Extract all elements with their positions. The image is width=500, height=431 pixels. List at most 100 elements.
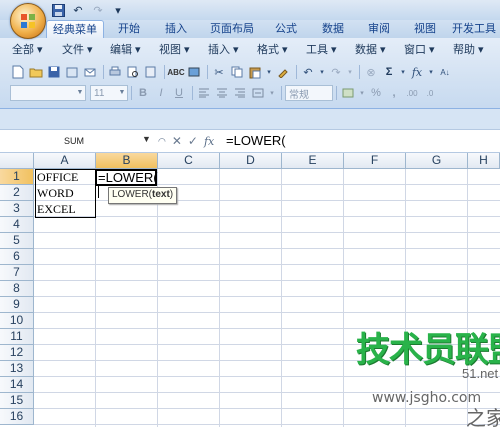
copy-icon[interactable] xyxy=(229,64,245,80)
font-name-combo[interactable]: ▼ xyxy=(10,85,86,101)
tab-developer[interactable]: 开发工具 xyxy=(448,20,500,38)
tab-insert[interactable]: 插入 xyxy=(155,20,197,38)
row-header-14[interactable]: 14 xyxy=(0,377,34,393)
tab-page-layout[interactable]: 页面布局 xyxy=(203,20,261,38)
enter-icon[interactable]: ✓ xyxy=(188,134,198,148)
format-painter-icon[interactable] xyxy=(275,64,291,80)
menu-help[interactable]: 帮助 ▾ xyxy=(453,43,484,57)
menu-format[interactable]: 格式 ▾ xyxy=(257,43,288,57)
number-format-combo[interactable]: 常规 xyxy=(285,85,333,101)
align-left-icon[interactable] xyxy=(196,85,212,101)
open-folder-icon[interactable] xyxy=(28,64,44,80)
tab-review[interactable]: 审阅 xyxy=(358,20,400,38)
column-header-g[interactable]: G xyxy=(406,153,468,169)
row-header-8[interactable]: 8 xyxy=(0,281,34,297)
redo-dropdown-icon[interactable]: ▾ xyxy=(346,64,354,80)
menu-insert[interactable]: 插入 ▾ xyxy=(208,43,239,57)
row-header-7[interactable]: 7 xyxy=(0,265,34,281)
name-box[interactable]: SUM ▼ xyxy=(0,133,152,149)
merge-dropdown-icon[interactable]: ▾ xyxy=(268,85,276,101)
column-header-a[interactable]: A xyxy=(34,153,96,169)
currency-icon[interactable] xyxy=(340,85,356,101)
insert-function-button[interactable]: fx xyxy=(204,135,214,148)
menu-tools[interactable]: 工具 ▾ xyxy=(306,43,337,57)
row-header-9[interactable]: 9 xyxy=(0,297,34,313)
cell-a2[interactable]: WORD xyxy=(35,185,74,201)
collapse-formula-icon[interactable]: ◠ xyxy=(158,136,166,147)
research-icon[interactable] xyxy=(143,64,159,80)
row-header-13[interactable]: 13 xyxy=(0,361,34,377)
office-button[interactable] xyxy=(10,3,46,39)
row-header-10[interactable]: 10 xyxy=(0,313,34,329)
align-center-icon[interactable] xyxy=(214,85,230,101)
italic-button[interactable]: I xyxy=(153,85,169,101)
save-icon[interactable] xyxy=(50,3,66,17)
row-header-2[interactable]: 2 xyxy=(0,185,34,201)
column-header-c[interactable]: C xyxy=(158,153,220,169)
tooltip-argument[interactable]: text xyxy=(152,189,170,200)
select-all-corner[interactable] xyxy=(0,153,34,169)
hyperlink-icon[interactable]: ⊗ xyxy=(363,64,379,80)
comma-button[interactable]: , xyxy=(386,85,402,101)
font-size-dropdown-icon[interactable]: ▼ xyxy=(117,86,127,100)
column-header-b[interactable]: B xyxy=(96,153,158,169)
column-header-h[interactable]: H xyxy=(468,153,500,169)
research-book-icon[interactable] xyxy=(186,64,202,80)
autosum-icon[interactable]: Σ xyxy=(381,64,397,80)
tab-formulas[interactable]: 公式 xyxy=(266,20,306,38)
save-file-icon[interactable] xyxy=(46,64,62,80)
row-header-6[interactable]: 6 xyxy=(0,249,34,265)
insert-function-dropdown-icon[interactable]: ▾ xyxy=(427,64,435,80)
column-header-d[interactable]: D xyxy=(220,153,282,169)
redo-icon[interactable]: ↷ xyxy=(90,3,106,17)
autosum-dropdown-icon[interactable]: ▾ xyxy=(399,64,407,80)
cell-a3[interactable]: EXCEL xyxy=(35,201,76,217)
align-right-icon[interactable] xyxy=(232,85,248,101)
sort-ascending-icon[interactable]: A↓ xyxy=(437,64,453,80)
bold-button[interactable]: B xyxy=(135,85,151,101)
formula-input[interactable]: =LOWER( xyxy=(226,133,286,148)
insert-function-icon[interactable]: fx xyxy=(409,64,425,80)
row-header-11[interactable]: 11 xyxy=(0,329,34,345)
active-cell-b1[interactable]: =LOWER( xyxy=(95,169,158,198)
tab-data[interactable]: 数据 xyxy=(312,20,354,38)
row-header-16[interactable]: 16 xyxy=(0,409,34,425)
row-header-12[interactable]: 12 xyxy=(0,345,34,361)
tab-home[interactable]: 开始 xyxy=(108,20,150,38)
menu-data[interactable]: 数据 ▾ xyxy=(355,43,386,57)
column-header-f[interactable]: F xyxy=(344,153,406,169)
redo-toolbar-icon[interactable]: ↷ xyxy=(328,64,344,80)
menu-all[interactable]: 全部 ▾ xyxy=(12,43,43,57)
percent-button[interactable]: % xyxy=(368,85,384,101)
cut-icon[interactable]: ✂ xyxy=(211,64,227,80)
spelling-icon[interactable]: ABC xyxy=(167,64,184,80)
column-header-e[interactable]: E xyxy=(282,153,344,169)
menu-view[interactable]: 视图 ▾ xyxy=(159,43,190,57)
menu-file[interactable]: 文件 ▾ xyxy=(62,43,93,57)
permission-icon[interactable] xyxy=(64,64,80,80)
row-header-5[interactable]: 5 xyxy=(0,233,34,249)
paste-dropdown-icon[interactable]: ▾ xyxy=(265,64,273,80)
undo-icon[interactable]: ↶ xyxy=(70,3,86,17)
function-tooltip[interactable]: LOWER(text) xyxy=(108,187,178,204)
menu-edit[interactable]: 编辑 ▾ xyxy=(110,43,141,57)
cell-a1[interactable]: OFFICE xyxy=(35,169,78,185)
row-header-1[interactable]: 1 xyxy=(0,169,34,185)
row-header-3[interactable]: 3 xyxy=(0,201,34,217)
decrease-decimal-icon[interactable]: .0 xyxy=(422,85,438,101)
tab-classic-menu[interactable]: 经典菜单 xyxy=(46,20,104,39)
undo-toolbar-icon[interactable]: ↶ xyxy=(300,64,316,80)
underline-button[interactable]: U xyxy=(171,85,187,101)
merge-center-icon[interactable] xyxy=(250,85,266,101)
undo-dropdown-icon[interactable]: ▾ xyxy=(318,64,326,80)
increase-decimal-icon[interactable]: .00 xyxy=(404,85,420,101)
email-icon[interactable] xyxy=(82,64,98,80)
paste-icon[interactable] xyxy=(247,64,263,80)
name-box-dropdown-icon[interactable]: ▼ xyxy=(142,134,151,144)
cancel-icon[interactable]: ✕ xyxy=(172,134,182,148)
tab-view[interactable]: 视图 xyxy=(404,20,446,38)
new-file-icon[interactable] xyxy=(10,64,26,80)
print-preview-icon[interactable] xyxy=(125,64,141,80)
menu-window[interactable]: 窗口 ▾ xyxy=(404,43,435,57)
font-name-dropdown-icon[interactable]: ▼ xyxy=(75,86,85,100)
